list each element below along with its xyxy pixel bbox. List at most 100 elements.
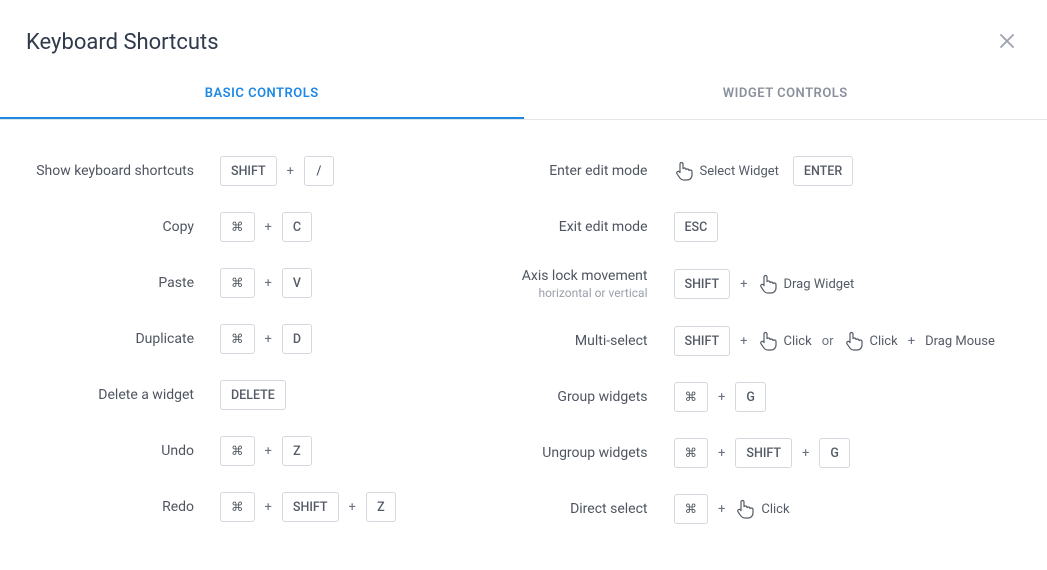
key-cmd: ⌘ [220,268,255,298]
or-separator: or [822,334,834,349]
key-shift: SHIFT [674,269,731,299]
plus-separator: + [265,276,272,291]
key-z: Z [282,436,312,466]
key-cmd: ⌘ [674,438,709,468]
shortcut-row-paste: Paste ⌘ + V [20,268,524,298]
key-c: C [282,212,312,242]
shortcuts-column-right: Enter edit mode Select Widget ENTER Exit… [524,156,1028,550]
key-cmd: ⌘ [220,212,255,242]
shortcut-label: Redo [162,499,194,515]
tab-basic-controls[interactable]: BASIC CONTROLS [0,68,524,119]
key-cmd: ⌘ [674,382,709,412]
shortcut-combo: SHIFT + / [220,156,524,186]
shortcuts-content: Show keyboard shortcuts SHIFT + / Copy ⌘… [0,120,1047,570]
shortcut-sublabel: horizontal or vertical [538,286,647,300]
shortcut-label: Delete a widget [98,387,194,403]
pointer-icon [735,499,755,519]
shortcut-row-direct-select: Direct select ⌘ + Click [524,494,1028,524]
key-shift: SHIFT [282,492,339,522]
action-text: Drag Mouse [925,334,995,349]
shortcut-label: Copy [162,219,194,235]
shortcut-label: Group widgets [557,389,647,405]
shortcut-label: Show keyboard shortcuts [36,163,194,179]
shortcut-combo: ⌘ + D [220,324,524,354]
close-icon [999,33,1015,49]
keyboard-shortcuts-modal: Keyboard Shortcuts BASIC CONTROLS WIDGET… [0,0,1047,553]
plus-separator: + [908,334,915,349]
shortcut-combo: ⌘ + SHIFT + G [674,438,1028,468]
shortcut-row-undo: Undo ⌘ + Z [20,436,524,466]
key-cmd: ⌘ [220,324,255,354]
plus-separator: + [287,164,294,179]
plus-separator: + [740,277,747,292]
key-shift: SHIFT [674,326,731,356]
shortcut-combo: ⌘ + G [674,382,1028,412]
key-delete: DELETE [220,380,286,410]
shortcut-label: Enter edit mode [549,163,647,179]
shortcut-row-group: Group widgets ⌘ + G [524,382,1028,412]
shortcut-combo: ⌘ + SHIFT + Z [220,492,524,522]
tab-bar: BASIC CONTROLS WIDGET CONTROLS [0,68,1047,120]
shortcut-label: Undo [161,443,194,459]
key-shift: SHIFT [220,156,277,186]
shortcuts-column-left: Show keyboard shortcuts SHIFT + / Copy ⌘… [20,156,524,550]
shortcut-combo: ESC [674,212,1028,242]
shortcut-combo: SHIFT + Click or Click + Drag Mouse [674,326,1028,356]
plus-separator: + [349,500,356,515]
shortcut-row-exit-edit: Exit edit mode ESC [524,212,1028,242]
shortcut-label: Ungroup widgets [542,445,647,461]
tab-widget-controls[interactable]: WIDGET CONTROLS [524,68,1047,119]
key-enter: ENTER [793,156,853,186]
action-click: Click [735,499,789,519]
key-esc: ESC [674,212,719,242]
action-text: Click [761,502,789,517]
shortcut-label: Axis lock movement [522,268,648,284]
key-g: G [735,382,766,412]
plus-separator: + [718,502,725,517]
shortcut-row-redo: Redo ⌘ + SHIFT + Z [20,492,524,522]
plus-separator: + [740,334,747,349]
action-select-widget: Select Widget [674,161,779,181]
modal-title: Keyboard Shortcuts [26,30,219,55]
pointer-icon [758,331,778,351]
shortcut-label: Multi-select [575,333,648,349]
shortcut-combo: ⌘ + Click [674,494,1028,524]
shortcut-row-multi-select: Multi-select SHIFT + Click or Click + [524,326,1028,356]
pointer-icon [674,161,694,181]
action-text: Select Widget [700,164,779,179]
key-g: G [819,438,850,468]
plus-separator: + [265,500,272,515]
key-shift: SHIFT [735,438,792,468]
close-button[interactable] [993,26,1021,58]
shortcut-combo: SHIFT + Drag Widget [674,269,1028,299]
action-text: Click [870,334,898,349]
plus-separator: + [718,390,725,405]
shortcut-combo: ⌘ + Z [220,436,524,466]
key-cmd: ⌘ [220,492,255,522]
plus-separator: + [265,332,272,347]
shortcut-combo: DELETE [220,380,524,410]
shortcut-combo: ⌘ + C [220,212,524,242]
plus-separator: + [718,446,725,461]
pointer-icon [844,331,864,351]
shortcut-row-ungroup: Ungroup widgets ⌘ + SHIFT + G [524,438,1028,468]
key-d: D [282,324,312,354]
action-drag-mouse: Drag Mouse [925,334,995,349]
shortcut-row-delete-widget: Delete a widget DELETE [20,380,524,410]
action-drag-widget: Drag Widget [758,274,855,294]
plus-separator: + [265,220,272,235]
key-z: Z [366,492,396,522]
key-cmd: ⌘ [220,436,255,466]
shortcut-row-axis-lock: Axis lock movement horizontal or vertica… [524,268,1028,300]
shortcut-row-enter-edit: Enter edit mode Select Widget ENTER [524,156,1028,186]
shortcut-row-copy: Copy ⌘ + C [20,212,524,242]
key-cmd: ⌘ [674,494,709,524]
shortcut-row-show-shortcuts: Show keyboard shortcuts SHIFT + / [20,156,524,186]
action-click: Click [844,331,898,351]
pointer-icon [758,274,778,294]
shortcut-combo: Select Widget ENTER [674,156,1028,186]
shortcut-label: Paste [158,275,194,291]
key-slash: / [304,156,334,186]
shortcut-label: Duplicate [135,331,194,347]
shortcut-row-duplicate: Duplicate ⌘ + D [20,324,524,354]
